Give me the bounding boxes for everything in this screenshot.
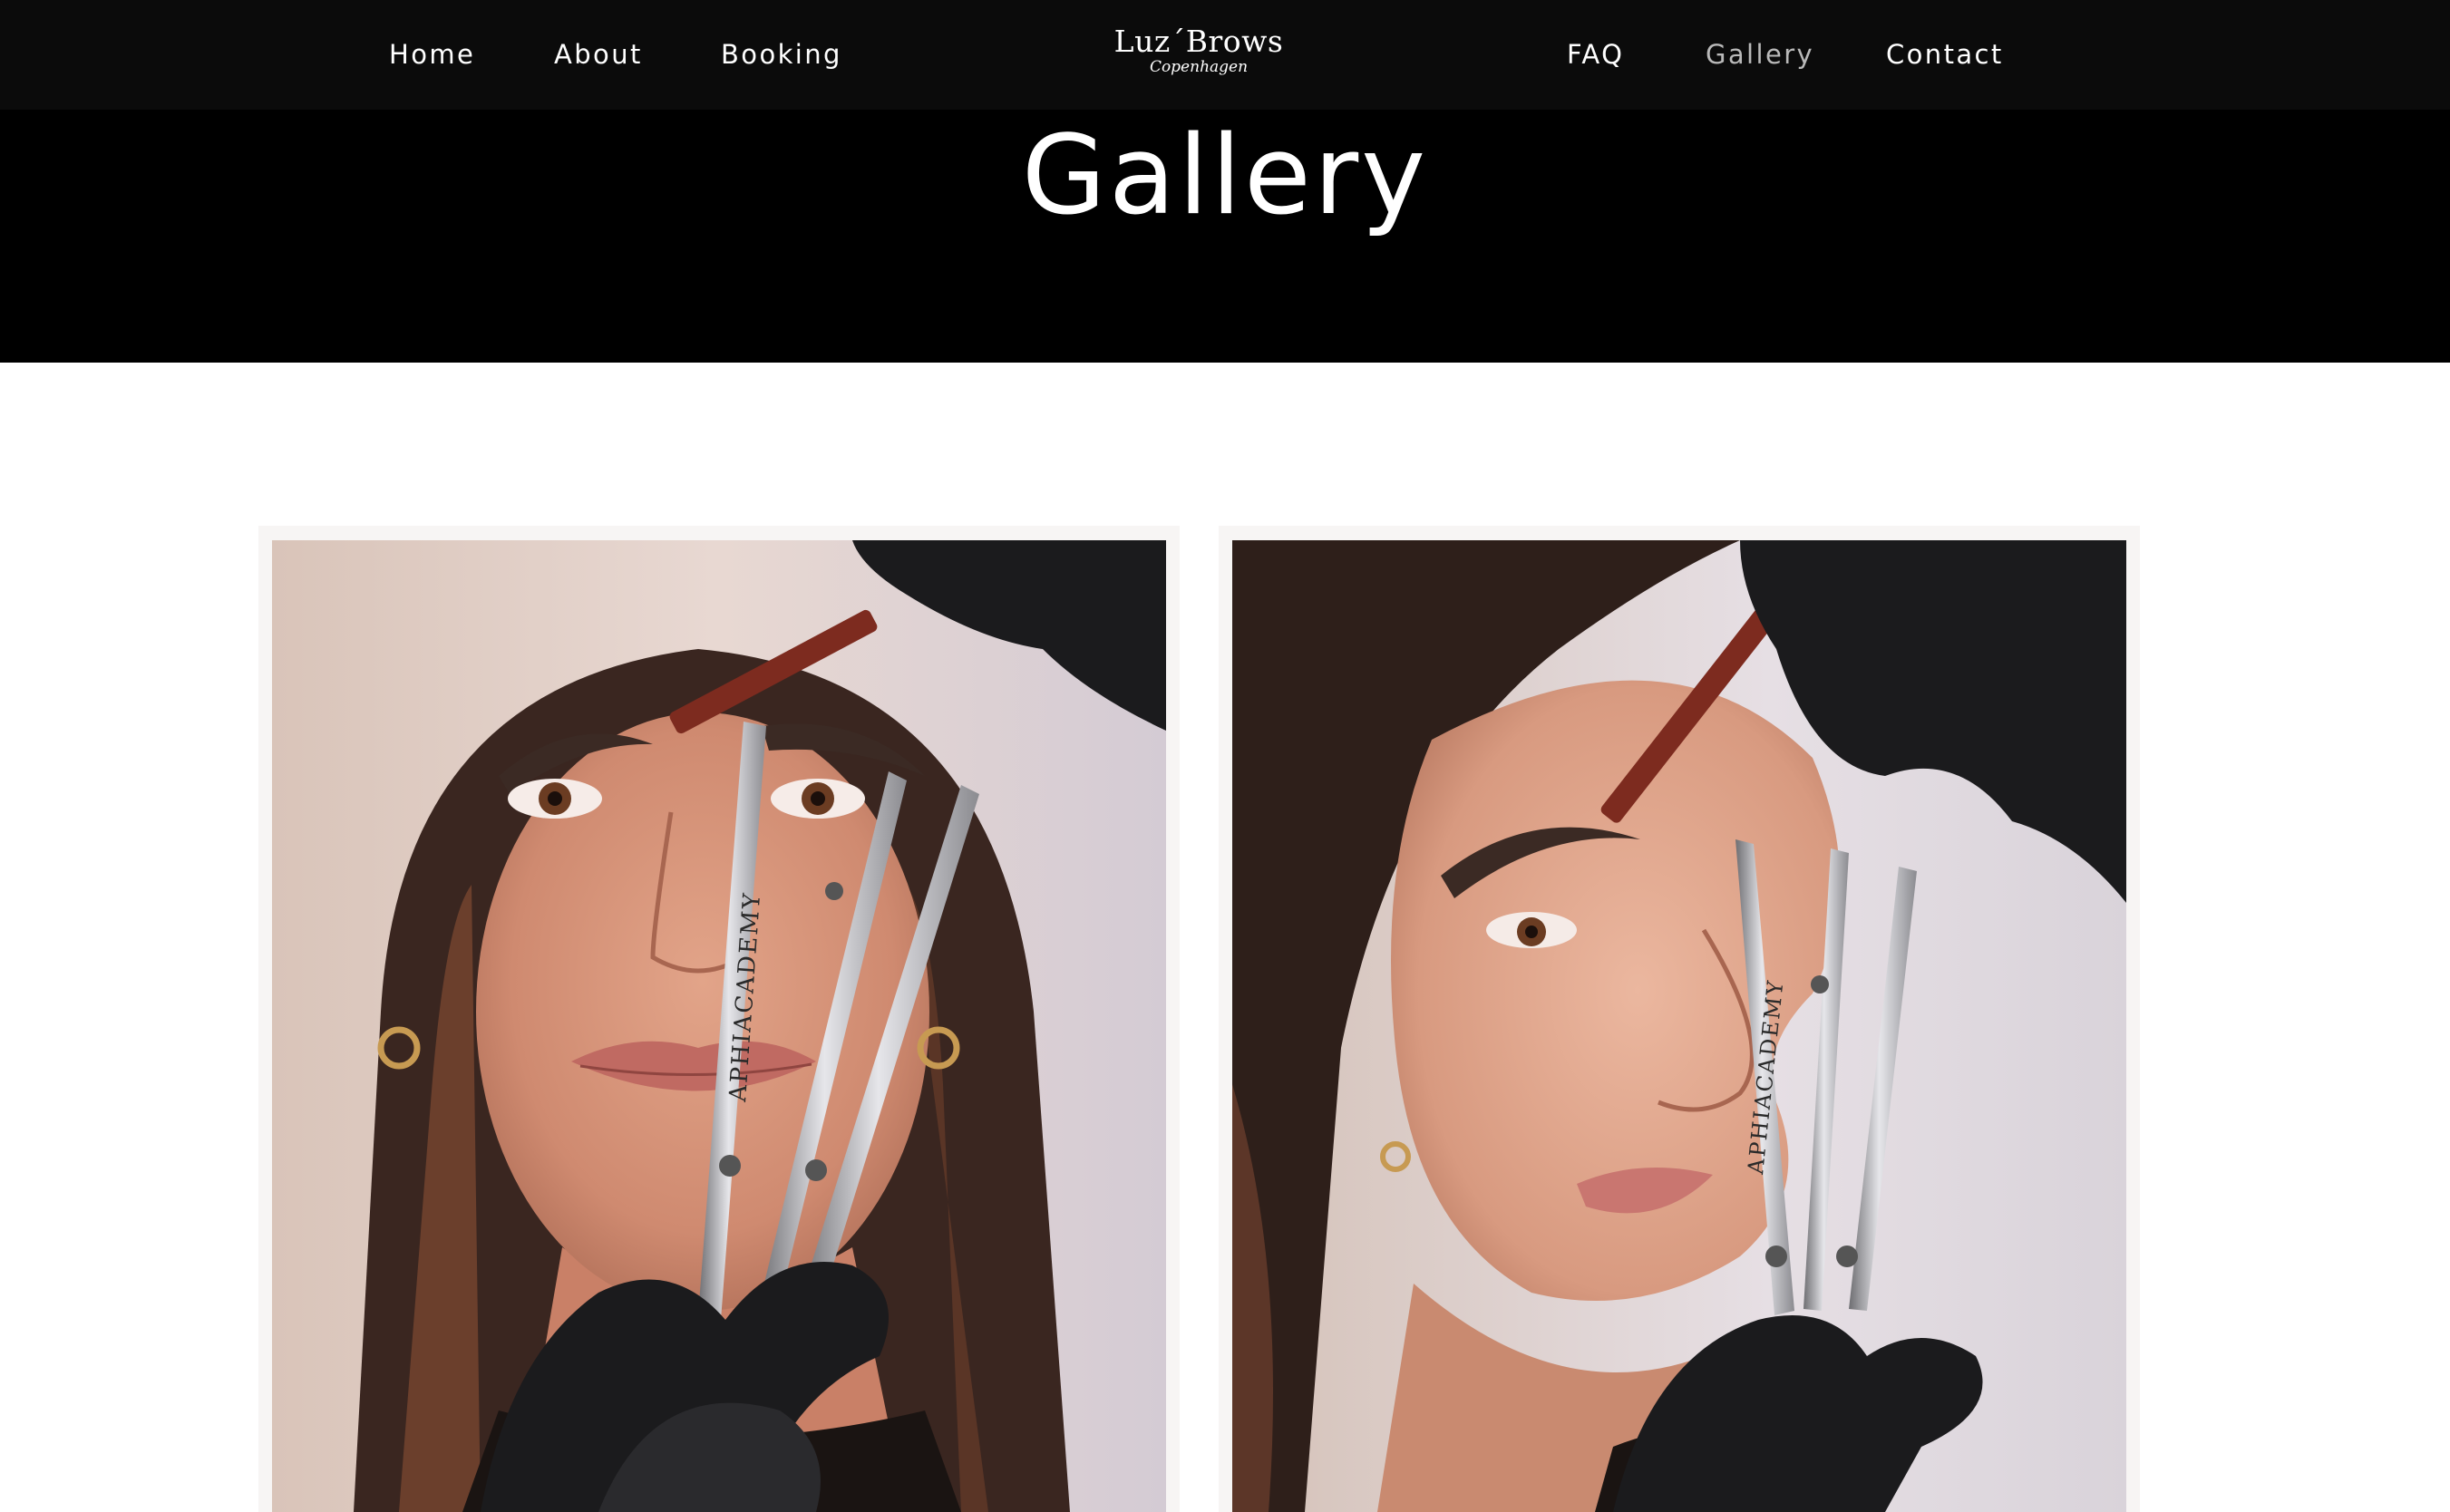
site-logo[interactable]: Luz´Brows Copenhagen: [1108, 25, 1289, 85]
nav-faq-link[interactable]: FAQ: [1567, 36, 1624, 73]
logo-wordmark: Luz´Brows: [1113, 24, 1284, 59]
gallery-item[interactable]: APHIACADEMY: [1219, 526, 2140, 1512]
nav-home-link[interactable]: Home: [389, 36, 475, 73]
gallery-item[interactable]: APHIACADEMY: [258, 526, 1180, 1512]
nav-contact-link[interactable]: Contact: [1886, 36, 2004, 73]
brow-mapping-front-image: APHIACADEMY: [272, 540, 1166, 1512]
brow-mapping-front-photo[interactable]: APHIACADEMY: [272, 540, 1166, 1512]
page-title: Gallery: [1021, 113, 1429, 239]
nav-about-link[interactable]: About: [554, 36, 643, 73]
nav-gallery-link[interactable]: Gallery: [1706, 36, 1814, 73]
brow-mapping-side-image: APHIACADEMY: [1232, 540, 2126, 1512]
logo-tagline: Copenhagen: [1149, 58, 1249, 76]
brow-mapping-side-photo[interactable]: APHIACADEMY: [1232, 540, 2126, 1512]
page-hero: Gallery: [0, 110, 2450, 363]
site-header: Home About Booking Luz´Brows Copenhagen …: [0, 0, 2450, 110]
nav-booking-link[interactable]: Booking: [721, 36, 842, 73]
